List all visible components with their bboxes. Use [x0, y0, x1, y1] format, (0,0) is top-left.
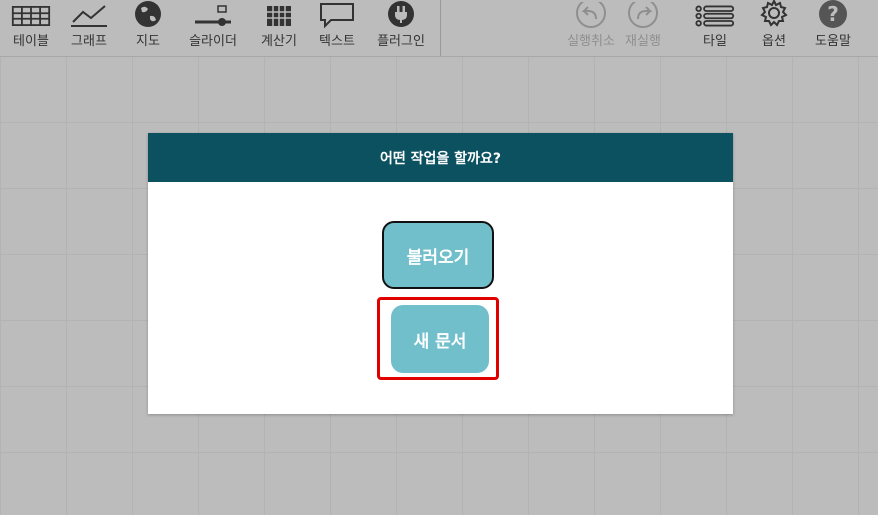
graph-tool-button[interactable]: 그래프 [58, 0, 120, 56]
dialog-title: 어떤 작업을 할까요? [148, 133, 733, 182]
table-icon [11, 0, 51, 28]
toolbar-separator [440, 0, 441, 56]
table-tool-button[interactable]: 테이블 [0, 0, 62, 56]
slider-tool-button[interactable]: 슬라이더 [182, 0, 244, 56]
redo-button[interactable]: 재실행 [612, 0, 674, 56]
redo-label: 재실행 [625, 34, 661, 49]
table-tool-label: 테이블 [13, 34, 49, 49]
globe-icon [128, 0, 168, 28]
options-button[interactable]: 옵션 [743, 0, 805, 56]
tile-icon [695, 0, 735, 28]
tile-label: 타일 [703, 34, 727, 49]
undo-icon [571, 0, 611, 28]
map-tool-label: 지도 [136, 34, 160, 49]
help-button[interactable]: ? 도움말 [802, 0, 864, 56]
map-tool-button[interactable]: 지도 [117, 0, 179, 56]
text-tool-button[interactable]: 텍스트 [306, 0, 368, 56]
slider-tool-label: 슬라이더 [189, 34, 237, 49]
options-label: 옵션 [762, 34, 786, 49]
open-document-button[interactable]: 불러오기 [382, 221, 494, 289]
plugin-tool-button[interactable]: 플러그인 [370, 0, 432, 56]
speech-bubble-icon [317, 0, 357, 28]
gear-icon [754, 0, 794, 28]
calculator-tool-label: 계산기 [261, 34, 297, 49]
toolbar: 테이블 그래프 지도 슬라이더 계산기 텍스트 플러그인 실행취소 재실행 타일… [0, 0, 878, 57]
tile-button[interactable]: 타일 [684, 0, 746, 56]
new-document-button[interactable]: 새 문서 [391, 305, 489, 373]
plugin-tool-label: 플러그인 [377, 34, 425, 49]
plug-icon [381, 0, 421, 28]
graph-icon [69, 0, 109, 28]
slider-icon [193, 0, 233, 28]
start-dialog: 어떤 작업을 할까요? 불러오기 새 문서 [148, 133, 733, 414]
redo-icon [623, 0, 663, 28]
calculator-tool-button[interactable]: 계산기 [248, 0, 310, 56]
help-icon: ? [813, 0, 853, 28]
graph-tool-label: 그래프 [71, 34, 107, 49]
help-label: 도움말 [815, 34, 851, 49]
undo-label: 실행취소 [567, 34, 615, 49]
help-glyph: ? [819, 0, 847, 28]
text-tool-label: 텍스트 [319, 34, 355, 49]
calculator-icon [259, 0, 299, 28]
